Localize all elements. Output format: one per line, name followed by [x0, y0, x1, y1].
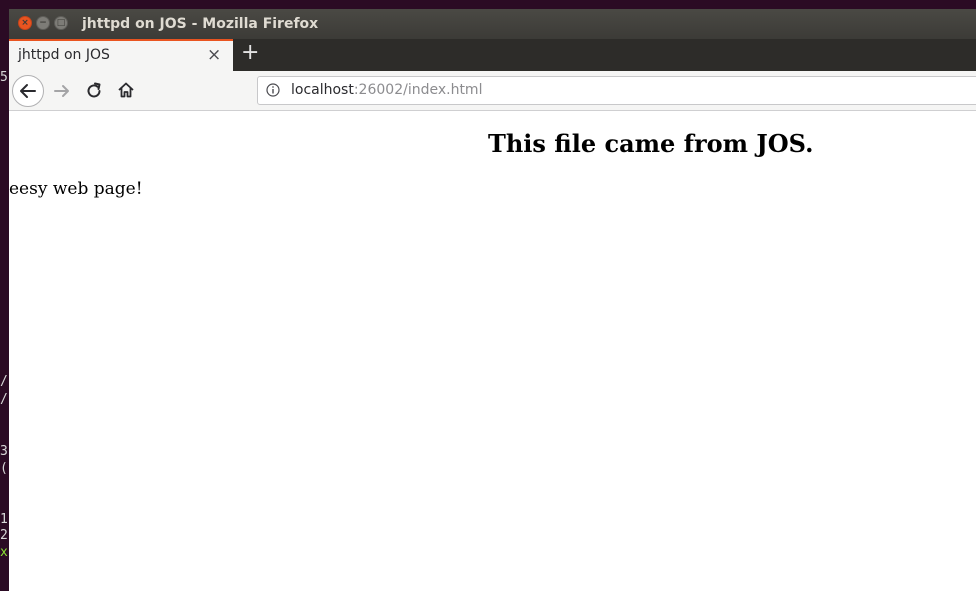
- back-arrow-icon: [20, 84, 36, 98]
- url-path: :26002/index.html: [353, 82, 483, 98]
- window-title: jhttpd on JOS - Mozilla Firefox: [82, 16, 319, 32]
- page-paragraph: eesy web page!: [9, 179, 143, 199]
- window-titlebar[interactable]: × − □ jhttpd on JOS - Mozilla Firefox: [9, 9, 976, 39]
- terminal-fragment: x: [0, 545, 8, 560]
- terminal-fragment: 3: [0, 444, 8, 459]
- window-close-button[interactable]: ×: [18, 16, 32, 30]
- forward-arrow-icon[interactable]: [52, 81, 72, 101]
- url-text: localhost:26002/index.html: [291, 82, 482, 98]
- tab-title: jhttpd on JOS: [18, 47, 110, 63]
- tab-close-icon[interactable]: ×: [207, 45, 221, 65]
- window-maximize-button[interactable]: □: [54, 16, 68, 30]
- tab-bar: jhttpd on JOS × +: [9, 39, 976, 71]
- navigation-toolbar: localhost:26002/index.html: [9, 71, 976, 111]
- info-icon[interactable]: [266, 83, 280, 97]
- page-heading: This file came from JOS.: [488, 129, 814, 158]
- terminal-fragment: 1: [0, 512, 8, 527]
- tab-jhttpd[interactable]: jhttpd on JOS ×: [9, 39, 233, 71]
- firefox-window: × − □ jhttpd on JOS - Mozilla Firefox jh…: [9, 9, 976, 591]
- terminal-fragment: 5: [0, 70, 8, 85]
- address-bar[interactable]: localhost:26002/index.html: [257, 76, 976, 105]
- reload-icon[interactable]: [84, 81, 104, 101]
- terminal-fragment: 2: [0, 528, 8, 543]
- window-minimize-button[interactable]: −: [36, 16, 50, 30]
- terminal-fragment: (: [0, 461, 8, 476]
- back-button[interactable]: [12, 75, 44, 107]
- home-icon[interactable]: [116, 80, 136, 100]
- page-content: This file came from JOS. eesy web page!: [9, 111, 976, 591]
- url-host: localhost: [291, 82, 354, 98]
- new-tab-button[interactable]: +: [241, 40, 259, 65]
